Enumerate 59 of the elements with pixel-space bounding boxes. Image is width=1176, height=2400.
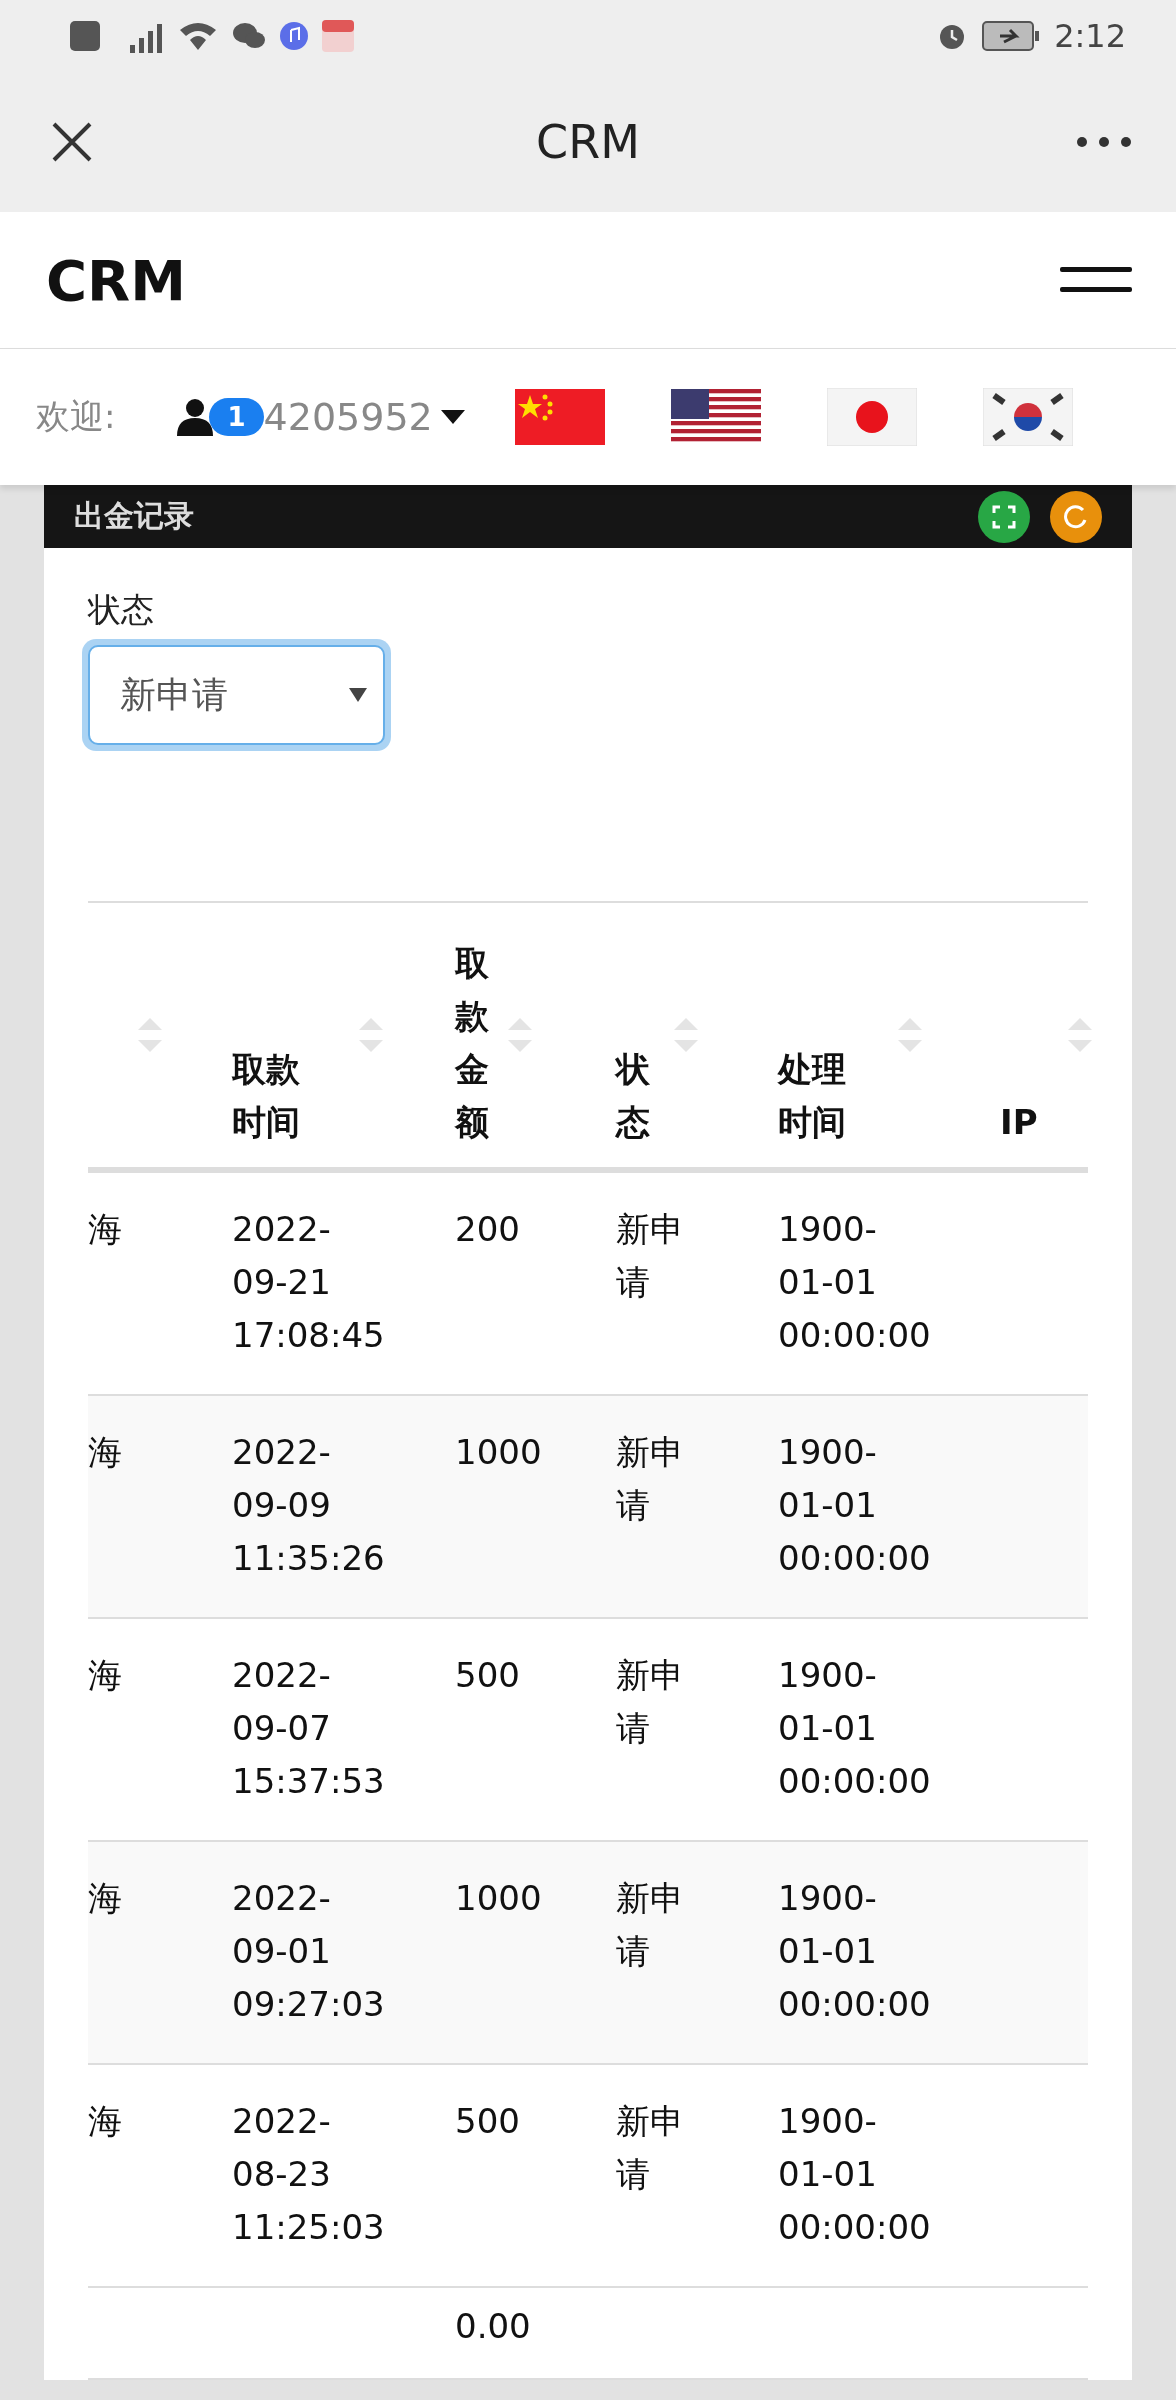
table-cell-text: 2022-09-09 11:35:26 — [232, 1431, 386, 1580]
column-header: 取款时间 — [232, 1048, 301, 1144]
table-cell-text: 海 — [88, 1654, 123, 1697]
expand-icon — [992, 504, 1016, 529]
more-icon — [1076, 136, 1132, 148]
table-cell-text: 新申请 — [616, 2100, 685, 2196]
table-cell-text: 2022-08-23 11:25:03 — [232, 2100, 386, 2249]
table-cell-text: 海 — [88, 1431, 123, 1474]
japanese-flag-icon — [826, 388, 917, 446]
user-icon — [177, 398, 214, 436]
table-cell-text: 新申请 — [616, 1431, 685, 1527]
column-header: IP — [1000, 1101, 1039, 1144]
table-cell-text: 1900-01-01 00:00:00 — [778, 1208, 932, 1357]
dropdown-icon — [349, 688, 367, 702]
table-cell-text: 新申请 — [616, 1877, 685, 1973]
menu-icon — [1060, 267, 1132, 293]
wifi-icon — [178, 20, 218, 52]
column-header: 状态 — [616, 1048, 651, 1144]
table-cell-text: 2022-09-07 15:37:53 — [232, 1654, 386, 1803]
table-cell-text: 海 — [88, 2100, 123, 2143]
music-icon — [280, 22, 308, 50]
korean-flag-icon — [982, 388, 1073, 446]
table-cell-text: 1000 — [455, 1431, 543, 1474]
table-cell-text: 海 — [88, 1877, 123, 1920]
table-cell-text: 1900-01-01 00:00:00 — [778, 1877, 932, 2026]
total-amount: 0.00 — [455, 2305, 532, 2348]
table-cell-text: 1900-01-01 00:00:00 — [778, 1654, 932, 1803]
refresh-button[interactable] — [1050, 490, 1102, 543]
caret-icon — [440, 410, 465, 424]
language-button[interactable] — [982, 388, 1073, 446]
table-cell-text: 500 — [455, 1654, 521, 1697]
welcome-label: 欢迎: — [36, 395, 116, 438]
table-cell-text: 海 — [88, 1208, 123, 1251]
app-icon — [322, 20, 354, 52]
column-header: 处理时间 — [778, 1048, 847, 1144]
status-select[interactable]: 新申请 — [82, 639, 391, 751]
table-cell-text: 新申请 — [616, 1654, 685, 1750]
battery-icon — [982, 21, 1041, 51]
filter-label: 状态 — [88, 589, 155, 631]
table-cell-text: 1900-01-01 00:00:00 — [778, 1431, 932, 1580]
status-time: 2:12 — [1054, 17, 1126, 55]
table-cell-text: 1900-01-01 00:00:00 — [778, 2100, 932, 2249]
close-icon — [50, 120, 94, 164]
chinese-flag-icon — [514, 389, 605, 445]
panel-title: 出金记录 — [74, 497, 195, 535]
notification-badge: 1 — [209, 398, 264, 436]
table-cell-text: 500 — [455, 2100, 521, 2143]
table-cell-text: 新申请 — [616, 1208, 685, 1304]
refresh-icon — [1063, 503, 1089, 530]
table-cell-text: 1000 — [455, 1877, 543, 1920]
table-cell-text: 200 — [455, 1208, 521, 1251]
site-logo[interactable]: CRM — [46, 247, 186, 313]
table-cell-text: 2022-09-01 09:27:03 — [232, 1877, 386, 2026]
column-header: 取款金额 — [455, 942, 490, 1144]
expand-button[interactable] — [978, 490, 1030, 543]
chat-icon — [232, 21, 266, 51]
user-menu[interactable]: 1 4205952 — [177, 395, 465, 439]
page-title: CRM — [536, 115, 640, 169]
table-cell-text: 2022-09-21 17:08:45 — [232, 1208, 386, 1357]
